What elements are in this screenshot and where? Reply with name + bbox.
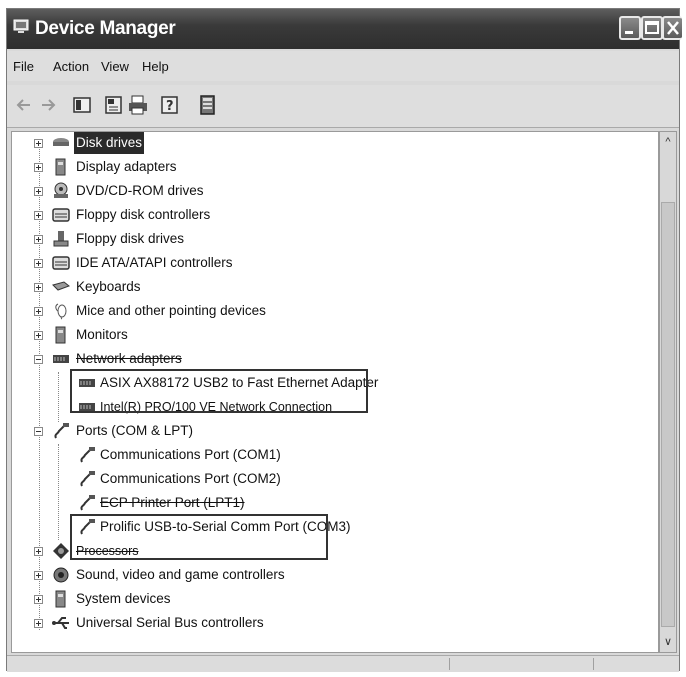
- minimize-button[interactable]: [619, 16, 641, 40]
- expand-sound[interactable]: [34, 571, 43, 580]
- port-icon: [80, 471, 95, 487]
- expand-floppy-drives[interactable]: [34, 235, 43, 244]
- highlight-box-com3: [70, 514, 328, 560]
- tree-item-label: Sound, video and game controllers: [76, 567, 285, 582]
- expand-dvd-cdrom[interactable]: [34, 187, 43, 196]
- port-icon: [80, 495, 95, 511]
- dvd-drive-icon: [54, 182, 68, 198]
- floppy-controller-icon: [52, 208, 70, 222]
- expand-mice[interactable]: [34, 307, 43, 316]
- tree-item-label: Disk drives: [74, 132, 145, 154]
- highlight-box-network: [70, 369, 368, 413]
- expand-keyboards[interactable]: [34, 283, 43, 292]
- floppy-drive-icon: [53, 231, 69, 247]
- scan-hardware-icon[interactable]: [197, 94, 219, 116]
- close-button[interactable]: [662, 16, 682, 40]
- scroll-thumb[interactable]: [661, 202, 675, 627]
- tree-item-label: Communications Port (COM2): [100, 471, 281, 486]
- device-tree[interactable]: Disk drives Display adapters DVD/CD-ROM …: [11, 131, 659, 653]
- keyboard-icon: [52, 281, 70, 291]
- properties-icon[interactable]: [103, 94, 125, 116]
- maximize-icon: [645, 21, 659, 34]
- disk-drive-icon: [53, 138, 69, 146]
- processor-icon: [53, 543, 69, 559]
- vertical-scrollbar[interactable]: ^ ∨: [659, 131, 677, 653]
- system-device-icon: [55, 590, 66, 608]
- tree-guide-line-ports: [58, 444, 59, 540]
- expand-ide-controllers[interactable]: [34, 259, 43, 268]
- tree-item-label: Monitors: [76, 327, 128, 342]
- status-bar: [7, 655, 679, 672]
- status-bar-divider: [449, 658, 450, 670]
- expand-display-adapters[interactable]: [34, 163, 43, 172]
- tree-item-label: Floppy disk drives: [76, 231, 185, 246]
- ide-controller-icon: [52, 256, 70, 270]
- expand-monitors[interactable]: [34, 331, 43, 340]
- tree-guide-line-network: [58, 372, 59, 422]
- title-bar[interactable]: Device Manager: [7, 9, 682, 49]
- tree-item-label: Universal Serial Bus controllers: [76, 615, 264, 630]
- expand-system-devices[interactable]: [34, 595, 43, 604]
- menu-action[interactable]: Action: [53, 59, 89, 74]
- tree-item-label: Floppy disk controllers: [76, 207, 211, 222]
- tree-item-label: IDE ATA/ATAPI controllers: [76, 255, 233, 270]
- monitor-icon: [55, 326, 66, 344]
- port-icon: [54, 423, 69, 439]
- tree-item-label: Network adapters: [76, 351, 182, 366]
- menu-help[interactable]: Help: [142, 59, 169, 74]
- show-hide-tree-icon[interactable]: [71, 94, 93, 116]
- tree-item-label: System devices: [76, 591, 171, 606]
- toolbar: ?: [7, 85, 679, 128]
- display-adapter-icon: [55, 158, 66, 176]
- tree-item-label: Keyboards: [76, 279, 141, 294]
- close-icon: [667, 21, 679, 35]
- expand-disk-drives[interactable]: [34, 139, 43, 148]
- sound-icon: [53, 567, 69, 583]
- print-icon[interactable]: [127, 94, 149, 116]
- forward-icon[interactable]: [37, 94, 59, 116]
- expand-processors[interactable]: [34, 547, 43, 556]
- expand-floppy-controllers[interactable]: [34, 211, 43, 220]
- mouse-icon: [55, 303, 67, 320]
- port-icon: [80, 447, 95, 463]
- minimize-icon: [625, 31, 633, 34]
- tree-item-label: Ports (COM & LPT): [76, 423, 194, 438]
- tree-item-label: Display adapters: [76, 159, 177, 174]
- menu-file[interactable]: File: [13, 59, 34, 74]
- tree-item-label: DVD/CD-ROM drives: [76, 183, 204, 198]
- tree-item-label: ECP Printer Port (LPT1): [100, 495, 245, 510]
- back-icon[interactable]: [13, 94, 35, 116]
- window-title: Device Manager: [35, 18, 176, 39]
- collapse-ports[interactable]: [34, 427, 43, 436]
- status-bar-divider: [593, 658, 594, 670]
- scroll-up-arrow-icon[interactable]: ^: [661, 134, 675, 150]
- menu-view[interactable]: View: [101, 59, 129, 74]
- svg-text:?: ?: [166, 99, 174, 114]
- tree-item-label: Mice and other pointing devices: [76, 303, 266, 318]
- collapse-network-adapters[interactable]: [34, 355, 43, 364]
- device-manager-window: Device Manager File Action View Help ? D…: [6, 8, 682, 672]
- maximize-button[interactable]: [641, 16, 663, 40]
- device-manager-app-icon: [13, 19, 29, 33]
- scroll-down-arrow-icon[interactable]: ∨: [661, 634, 675, 650]
- menu-bar: File Action View Help: [7, 51, 679, 81]
- tree-item-label: Communications Port (COM1): [100, 447, 281, 462]
- network-adapter-icon: [53, 355, 69, 363]
- help-icon[interactable]: ?: [159, 94, 181, 116]
- usb-icon: [52, 617, 69, 629]
- expand-usb[interactable]: [34, 619, 43, 628]
